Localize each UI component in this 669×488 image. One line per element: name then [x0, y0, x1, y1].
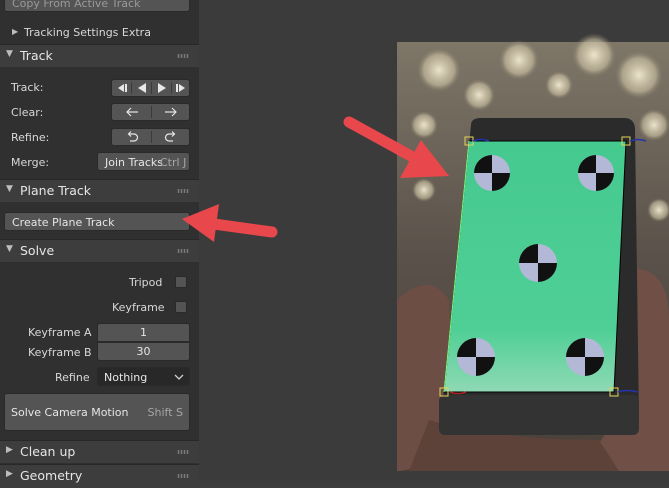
- keyframe-a-field[interactable]: 1: [97, 323, 190, 342]
- refine-select-label: Refine: [55, 371, 90, 384]
- merge-label: Merge:: [11, 156, 50, 169]
- cleanup-panel-header[interactable]: ▶ Clean up: [0, 440, 199, 463]
- tracking-marker[interactable]: [566, 338, 604, 376]
- step-backward-icon: [117, 84, 127, 92]
- keyframe-label: Keyframe: [112, 301, 165, 314]
- track-sequence-backward-button[interactable]: [132, 80, 151, 96]
- plane-track-panel-header[interactable]: ▼ Plane Track: [0, 179, 199, 202]
- clip-viewport[interactable]: [199, 0, 669, 485]
- sidebar: Copy From Active Track ▶ Tracking Settin…: [0, 0, 199, 487]
- join-tracks-button[interactable]: Join Tracks Ctrl J: [97, 152, 190, 171]
- track-panel-header[interactable]: ▼ Track: [0, 44, 199, 67]
- drag-grip-icon[interactable]: [177, 54, 189, 58]
- tracking-marker[interactable]: [519, 244, 557, 282]
- chevron-down-icon: ▼: [6, 244, 13, 254]
- refine-buttons: [111, 128, 190, 146]
- chevron-right-icon: ▶: [6, 469, 13, 479]
- tripod-label: Tripod: [129, 276, 163, 289]
- arrow-left-icon: [125, 107, 138, 117]
- tracking-settings-extra-label: Tracking Settings Extra: [24, 26, 151, 39]
- keyframe-a-label: Keyframe A: [28, 326, 92, 339]
- solve-camera-motion-label: Solve Camera Motion: [11, 406, 129, 419]
- refine-select-value: Nothing: [104, 371, 148, 384]
- keyframe-a-value: 1: [140, 326, 147, 339]
- plane-track-panel-title: Plane Track: [20, 183, 91, 198]
- clear-buttons: [111, 103, 190, 121]
- chevron-down-icon: ▼: [6, 184, 13, 194]
- track-sequence-forward-button[interactable]: [152, 80, 171, 96]
- solve-camera-motion-shortcut: Shift S: [147, 406, 183, 419]
- tracking-settings-extra-subpanel[interactable]: ▶ Tracking Settings Extra: [0, 23, 199, 41]
- keyframe-b-value: 30: [136, 345, 151, 358]
- geometry-panel-header[interactable]: ▶ Geometry: [0, 464, 199, 487]
- keyframe-b-label: Keyframe B: [28, 346, 92, 359]
- track-buttons: [111, 79, 190, 97]
- copy-from-active-track-button[interactable]: Copy From Active Track: [4, 0, 190, 12]
- play-backward-icon: [137, 83, 146, 93]
- chevron-right-icon: ▶: [6, 445, 13, 455]
- copy-from-active-track-label: Copy From Active Track: [12, 0, 141, 10]
- refine-label: Refine:: [11, 131, 50, 144]
- track-panel-title: Track: [20, 48, 53, 63]
- create-plane-track-label: Create Plane Track: [12, 216, 115, 229]
- keyframe-b-field[interactable]: 30: [97, 342, 190, 361]
- arrow-right-icon: [165, 107, 177, 117]
- solve-panel-title: Solve: [20, 243, 55, 258]
- cleanup-panel-title: Clean up: [20, 444, 76, 459]
- solve-panel-header[interactable]: ▼ Solve: [0, 239, 199, 262]
- loop-back-icon: [127, 131, 138, 142]
- clear-label: Clear:: [11, 106, 44, 119]
- play-forward-icon: [157, 83, 166, 93]
- step-forward-icon: [176, 84, 185, 92]
- tracking-marker[interactable]: [578, 155, 614, 191]
- geometry-panel-title: Geometry: [20, 468, 83, 483]
- refine-forwards-button[interactable]: [152, 129, 190, 145]
- drag-grip-icon[interactable]: [177, 450, 189, 454]
- clear-path-up-to-button[interactable]: [112, 104, 151, 120]
- clear-path-remained-button[interactable]: [152, 104, 190, 120]
- chevron-down-icon: [174, 374, 184, 380]
- drag-grip-icon[interactable]: [177, 474, 189, 478]
- chevron-right-icon: ▶: [12, 27, 19, 36]
- solve-camera-motion-button[interactable]: Solve Camera Motion Shift S: [4, 393, 190, 431]
- track-label: Track:: [11, 81, 44, 94]
- chevron-down-icon: ▼: [6, 49, 13, 59]
- footage-frame: [397, 33, 669, 471]
- refine-select[interactable]: Nothing: [97, 367, 190, 386]
- refine-backwards-button[interactable]: [112, 129, 151, 145]
- loop-forward-icon: [164, 131, 176, 142]
- track-markers-forward-button[interactable]: [172, 80, 190, 96]
- track-markers-backward-button[interactable]: [112, 80, 131, 96]
- drag-grip-icon[interactable]: [177, 189, 189, 193]
- keyframe-checkbox[interactable]: [175, 301, 187, 313]
- drag-grip-icon[interactable]: [177, 249, 189, 253]
- tripod-checkbox[interactable]: [175, 276, 187, 288]
- join-tracks-label: Join Tracks: [105, 156, 164, 169]
- join-tracks-shortcut: Ctrl J: [160, 156, 187, 169]
- create-plane-track-button[interactable]: Create Plane Track: [4, 212, 190, 231]
- tracking-marker[interactable]: [474, 155, 510, 191]
- tracking-marker[interactable]: [457, 338, 495, 376]
